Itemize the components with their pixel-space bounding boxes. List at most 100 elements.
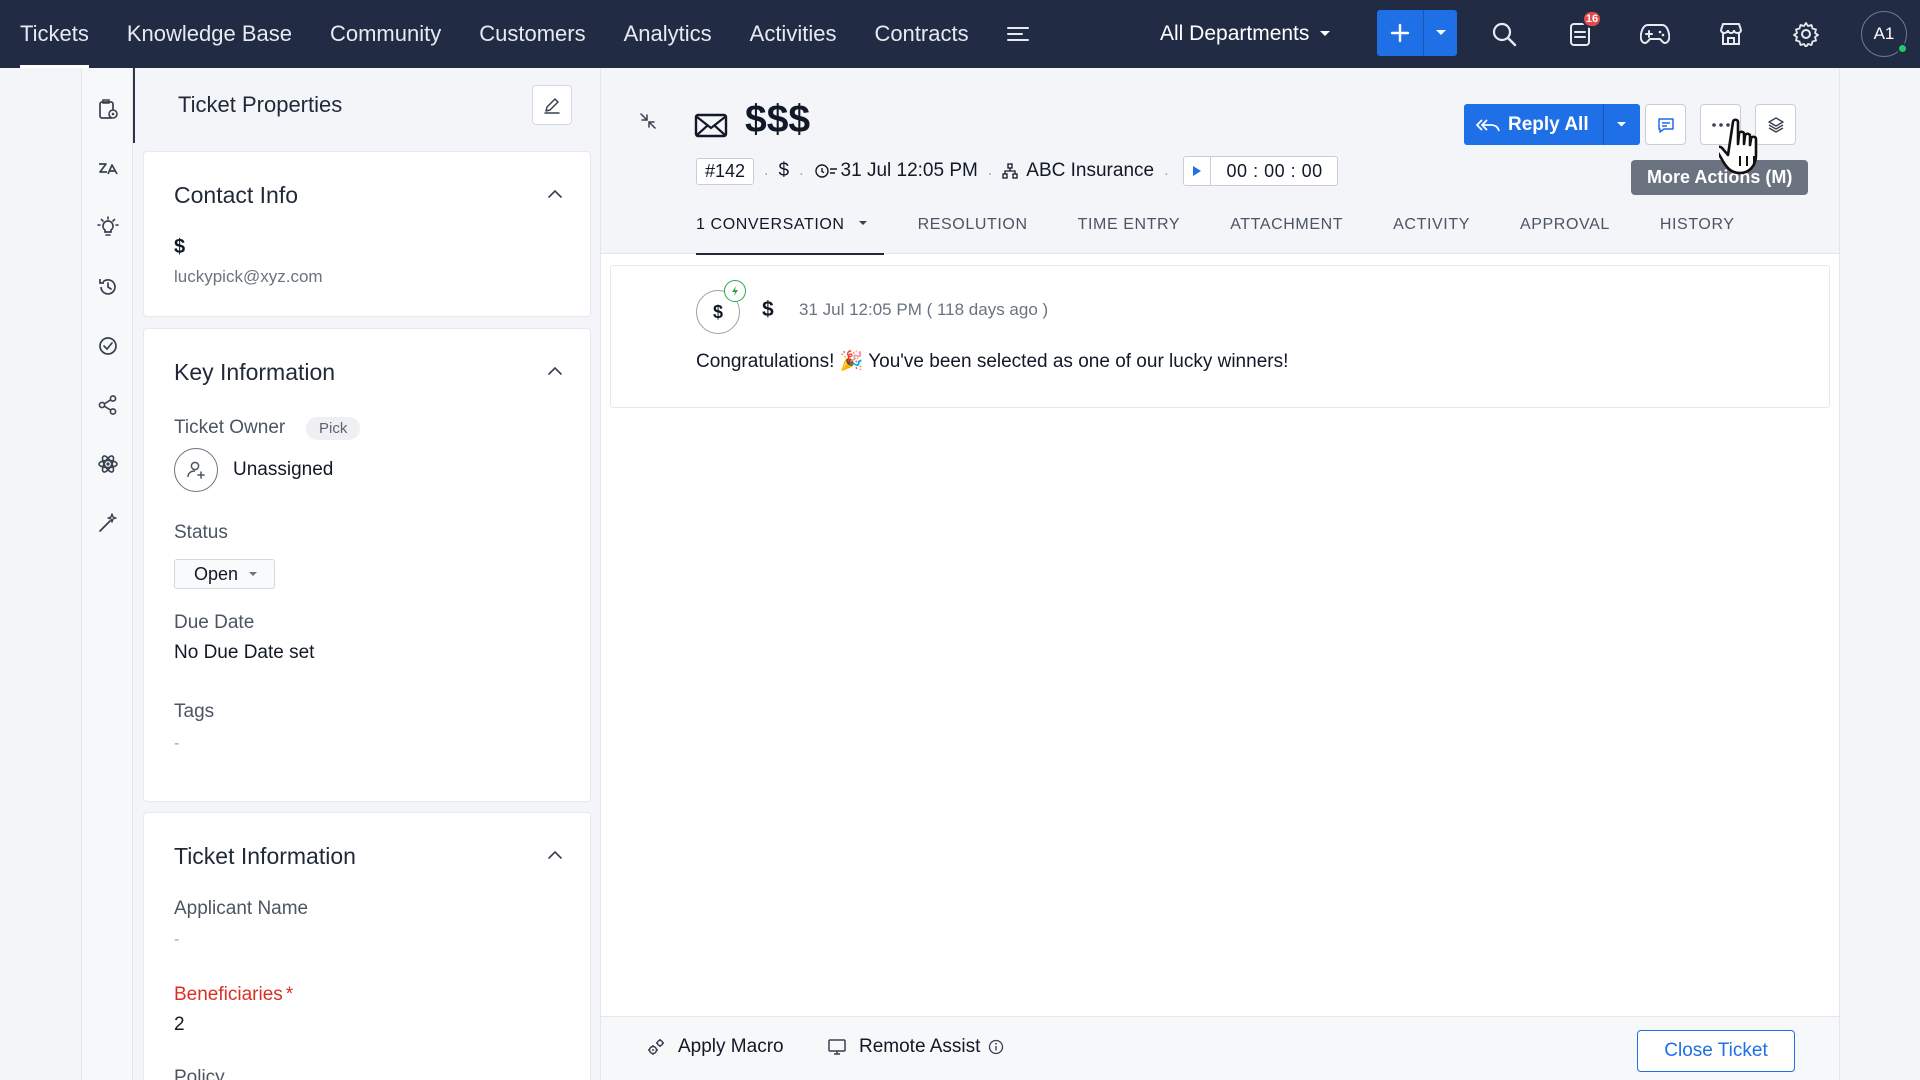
- due-date-value[interactable]: No Due Date set: [174, 642, 314, 664]
- module-tabs: Tickets Knowledge Base Community Custome…: [20, 0, 1040, 68]
- key-information-card: Key Information Ticket Owner Pick Unassi…: [143, 328, 591, 802]
- comment-icon: [1657, 117, 1674, 133]
- hand-pointer-cursor-icon: [1719, 118, 1758, 175]
- nav-tab-analytics[interactable]: Analytics: [605, 0, 731, 68]
- settings-button[interactable]: [1784, 12, 1828, 56]
- notifications-button[interactable]: 16: [1558, 10, 1602, 56]
- contact-info-card: Contact Info $ luckypick@xyz.com: [143, 151, 591, 317]
- nav-tab-community[interactable]: Community: [311, 0, 460, 68]
- notification-count-badge: 16: [1582, 10, 1602, 28]
- tab-attachment[interactable]: ATTACHMENT: [1230, 216, 1343, 254]
- play-icon: [1192, 166, 1201, 176]
- top-navigation: Tickets Knowledge Base Community Custome…: [0, 0, 1920, 68]
- properties-header: Ticket Properties: [133, 68, 600, 143]
- gamification-button[interactable]: [1633, 12, 1677, 56]
- incoming-channel-badge: [724, 280, 746, 302]
- comment-button[interactable]: [1645, 104, 1686, 145]
- nav-tab-customers[interactable]: Customers: [460, 0, 604, 68]
- contact-name[interactable]: $: [174, 236, 185, 259]
- chevron-up-icon[interactable]: [546, 185, 564, 203]
- tab-time-entry[interactable]: TIME ENTRY: [1078, 216, 1181, 254]
- chevron-up-icon[interactable]: [546, 362, 564, 380]
- caret-down-icon: [858, 221, 867, 225]
- status-dropdown[interactable]: Open: [174, 559, 276, 589]
- ticket-subject[interactable]: $$$: [745, 98, 810, 142]
- approval-check-icon[interactable]: [95, 333, 121, 359]
- share-icon[interactable]: [95, 392, 121, 418]
- apply-macro-button[interactable]: Apply Macro: [646, 1036, 784, 1058]
- beneficiaries-label: Beneficiaries *: [174, 984, 294, 1005]
- timer-play-button[interactable]: [1184, 157, 1211, 185]
- applicant-name-value[interactable]: -: [174, 931, 179, 949]
- ai-assist-icon[interactable]: [95, 155, 121, 181]
- history-icon[interactable]: [95, 274, 121, 300]
- caret-down-icon: [1617, 122, 1627, 127]
- online-status-dot: [1897, 43, 1908, 54]
- tab-approval[interactable]: APPROVAL: [1520, 216, 1610, 254]
- department-selector[interactable]: All Departments: [1160, 0, 1331, 68]
- ticket-account[interactable]: ABC Insurance: [1026, 160, 1154, 182]
- tab-history[interactable]: HISTORY: [1660, 216, 1735, 254]
- ticket-detail-view: $$$ #142 . $ . 31 Jul 12:05 PM . ABC Ins…: [601, 68, 1839, 1080]
- owner-avatar[interactable]: [174, 448, 218, 492]
- ticket-number[interactable]: #142: [696, 157, 755, 185]
- nav-tab-tickets[interactable]: Tickets: [20, 0, 108, 68]
- suggestions-bulb-icon[interactable]: [95, 214, 121, 240]
- ticket-timer: 00 : 00 : 00: [1182, 156, 1338, 186]
- ticket-created-time: 31 Jul 12:05 PM: [840, 160, 978, 181]
- properties-side-rail: [82, 68, 133, 1080]
- chevron-down-icon: [1320, 31, 1331, 36]
- right-margin: [1839, 68, 1920, 1080]
- marketplace-button[interactable]: [1709, 12, 1753, 56]
- pick-ticket-button[interactable]: Pick: [306, 417, 361, 440]
- close-ticket-button[interactable]: Close Ticket: [1637, 1030, 1795, 1072]
- nav-tab-activities[interactable]: Activities: [731, 0, 856, 68]
- user-avatar[interactable]: A1: [1861, 11, 1908, 57]
- integrations-atom-icon[interactable]: [95, 451, 121, 477]
- contact-email[interactable]: luckypick@xyz.com: [174, 267, 323, 287]
- store-icon: [1720, 23, 1742, 45]
- ticket-owner-value[interactable]: Unassigned: [233, 459, 333, 481]
- magic-wand-icon[interactable]: [95, 510, 121, 536]
- tab-conversation[interactable]: 1 CONVERSATION: [696, 216, 884, 255]
- beneficiaries-value[interactable]: 2: [174, 1014, 185, 1036]
- collapse-arrows-icon[interactable]: [638, 111, 658, 131]
- key-information-title: Key Information: [174, 359, 336, 385]
- properties-title: Ticket Properties: [178, 92, 343, 117]
- conversation-thread[interactable]: $ $ 31 Jul 12:05 PM ( 118 days ago ) Con…: [610, 265, 1830, 408]
- add-new-dropdown-button[interactable]: [1423, 10, 1457, 56]
- caret-down-icon: [249, 572, 258, 576]
- thread-time: 31 Jul 12:05 PM ( 118 days ago ): [799, 300, 1049, 319]
- nav-tab-contracts[interactable]: Contracts: [855, 0, 987, 68]
- department-label: All Departments: [1160, 22, 1310, 45]
- applicant-name-label: Applicant Name: [174, 898, 309, 919]
- edit-properties-button[interactable]: [532, 85, 572, 125]
- ticket-header: $$$ #142 . $ . 31 Jul 12:05 PM . ABC Ins…: [601, 68, 1839, 255]
- ticket-properties-panel: Ticket Properties Contact Info $ luckypi…: [133, 68, 601, 1080]
- bolt-icon: [732, 286, 738, 296]
- ticket-properties-icon[interactable]: [95, 96, 121, 122]
- macro-gears-icon: [648, 1039, 664, 1055]
- reply-options-dropdown[interactable]: [1602, 104, 1640, 145]
- apply-macro-label: Apply Macro: [678, 1036, 784, 1057]
- status-value: Open: [194, 563, 239, 584]
- account-hierarchy-icon: [1002, 163, 1018, 179]
- remote-assist-button[interactable]: Remote Assist: [827, 1036, 1004, 1058]
- more-modules-icon[interactable]: [996, 0, 1040, 68]
- info-icon[interactable]: [988, 1039, 1004, 1055]
- plus-icon: [1390, 23, 1410, 43]
- tab-activity[interactable]: ACTIVITY: [1393, 216, 1470, 254]
- search-button[interactable]: [1482, 12, 1526, 56]
- add-new-button[interactable]: [1377, 10, 1423, 56]
- chevron-up-icon[interactable]: [546, 846, 564, 864]
- contact-info-title: Contact Info: [174, 182, 299, 208]
- tags-value[interactable]: -: [174, 735, 179, 753]
- nav-tab-knowledge-base[interactable]: Knowledge Base: [108, 0, 311, 68]
- remote-assist-label: Remote Assist: [859, 1036, 981, 1057]
- reply-all-button[interactable]: Reply All: [1464, 104, 1603, 145]
- required-mark: *: [285, 984, 294, 1005]
- search-icon: [1492, 22, 1517, 47]
- ticket-contact[interactable]: $: [779, 160, 790, 182]
- tab-resolution[interactable]: RESOLUTION: [918, 216, 1028, 254]
- thread-sender[interactable]: $: [762, 298, 774, 322]
